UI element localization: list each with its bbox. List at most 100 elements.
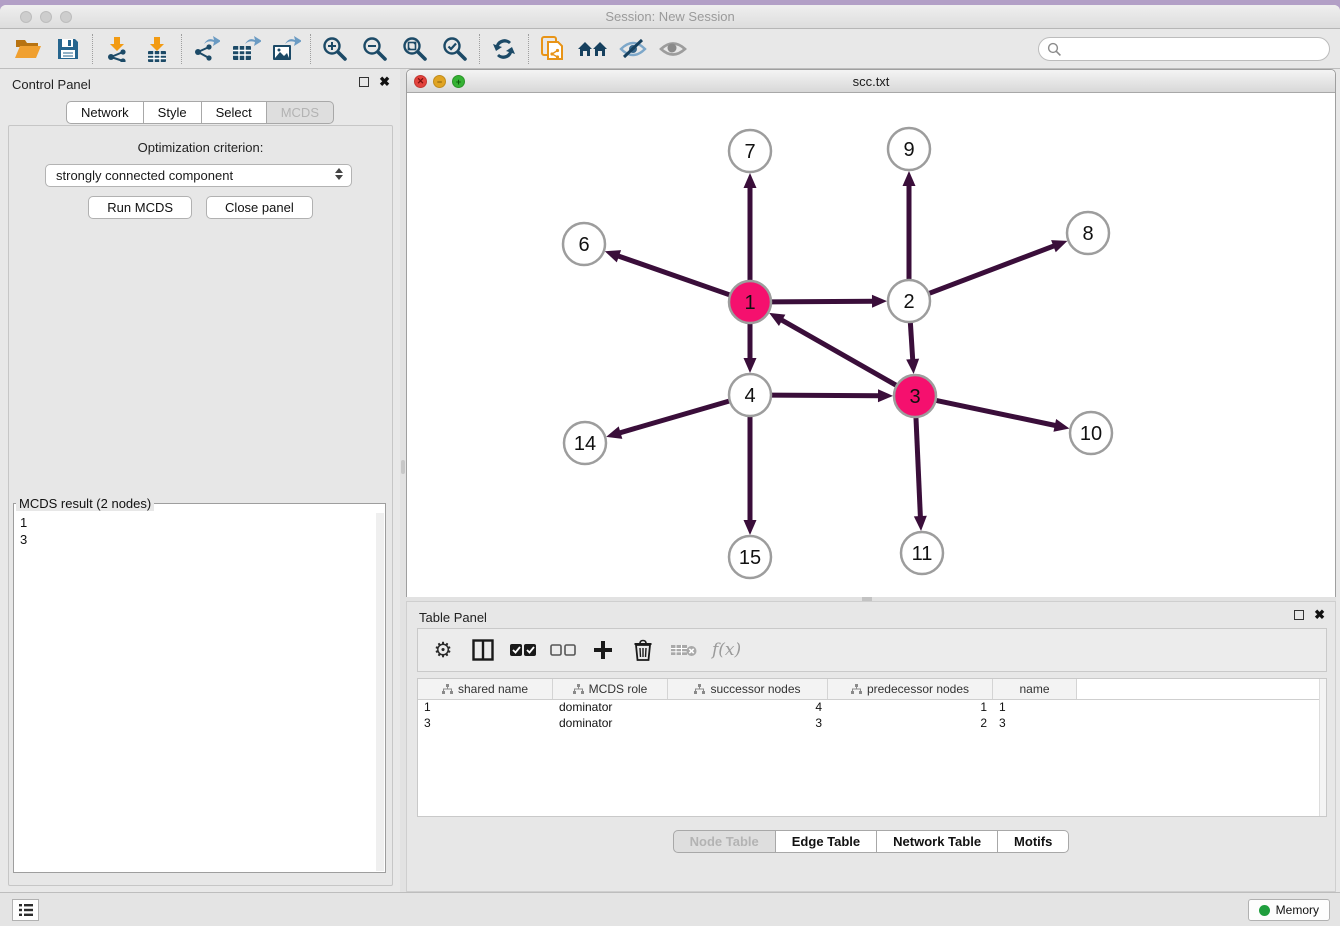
table-toolbar: ⚙ [417,628,1327,672]
table-cell[interactable]: 4 [668,700,828,716]
optimization-criterion-label: Optimization criterion: [9,140,392,155]
table-scrollbar[interactable] [1319,679,1326,816]
table-row[interactable]: 1dominator411 [418,700,1326,716]
graph-edge-4-3[interactable] [771,395,881,396]
memory-button[interactable]: Memory [1248,899,1330,921]
close-panel-button[interactable]: Close panel [206,196,313,219]
mcds-result-box: MCDS result (2 nodes) 13 [13,496,386,873]
table-cell[interactable]: 3 [993,716,1077,732]
column-header-MCDS-role[interactable]: MCDS role [553,679,668,699]
table-row[interactable]: 3dominator323 [418,716,1326,732]
tab-network[interactable]: Network [66,101,144,124]
edge-arrowhead [1051,240,1067,252]
column-header-predecessor-nodes[interactable]: predecessor nodes [828,679,993,699]
zoom-out-icon[interactable] [355,33,395,65]
graph-edge-2-3[interactable] [910,322,913,362]
graph-edge-2-8[interactable] [929,245,1057,293]
column-header-successor-nodes[interactable]: successor nodes [668,679,828,699]
save-session-icon[interactable] [48,33,88,65]
open-file-icon[interactable] [8,33,48,65]
table-header-row: shared nameMCDS rolesuccessor nodesprede… [418,679,1326,700]
graph-edge-1-6[interactable] [616,255,730,295]
first-neighbors-icon[interactable] [573,33,613,65]
import-table-icon[interactable] [137,33,177,65]
tab-motifs[interactable]: Motifs [998,830,1069,853]
tab-mcds[interactable]: MCDS [267,101,334,124]
hide-selected-icon[interactable] [613,33,653,65]
column-settings-icon[interactable]: ⚙ [430,635,456,665]
export-image-icon[interactable] [266,33,306,65]
tab-network-table[interactable]: Network Table [877,830,998,853]
control-panel-tabs: NetworkStyleSelectMCDS [0,101,400,124]
graph-node-label: 10 [1080,423,1102,445]
search-icon [1047,42,1062,57]
table-cell[interactable]: 3 [668,716,828,732]
zoom-fit-icon[interactable] [395,33,435,65]
show-all-icon[interactable] [653,33,693,65]
tab-style[interactable]: Style [144,101,202,124]
search-box[interactable] [1038,37,1330,61]
task-history-button[interactable] [12,899,39,921]
tab-select[interactable]: Select [202,101,267,124]
result-scrollbar[interactable] [376,513,384,871]
clone-network-icon[interactable] [533,33,573,65]
graph-edge-3-10[interactable] [936,400,1058,426]
add-row-icon[interactable] [590,635,616,665]
network-canvas[interactable]: 7968124314101511 [407,93,1335,597]
column-type-icon [694,684,705,695]
toolbar-separator [310,34,311,64]
show-columns-icon[interactable] [470,635,496,665]
import-network-icon[interactable] [97,33,137,65]
tab-node-table[interactable]: Node Table [673,830,776,853]
clear-selection-icon[interactable] [550,635,576,665]
toolbar-separator [479,34,480,64]
zoom-selected-icon[interactable] [435,33,475,65]
toolbar-separator [528,34,529,64]
graph-node-label: 8 [1082,223,1093,245]
main-toolbar [0,29,1340,69]
search-input[interactable] [1062,42,1329,56]
table-cell[interactable]: dominator [553,700,668,716]
network-window-titlebar[interactable]: ✕ − + scc.txt [407,70,1335,93]
function-builder-icon[interactable]: f(x) [712,635,741,665]
memory-status-icon [1259,905,1270,916]
edge-arrowhead [878,389,893,402]
table-cell[interactable]: 2 [828,716,993,732]
column-header-shared-name[interactable]: shared name [418,679,553,699]
graph-edge-1-2[interactable] [771,301,875,302]
export-network-icon[interactable] [186,33,226,65]
tab-edge-table[interactable]: Edge Table [776,830,877,853]
table-cell[interactable]: 3 [418,716,553,732]
mcds-tab-content: Optimization criterion: strongly connect… [8,125,393,886]
apply-layout-icon[interactable] [484,33,524,65]
export-table-icon[interactable] [226,33,266,65]
edge-arrowhead [744,358,757,373]
column-header-name[interactable]: name [993,679,1077,699]
mcds-result-text[interactable]: 13 [15,513,376,871]
table-cell[interactable]: 1 [993,700,1077,716]
float-table-panel-icon[interactable] [1294,610,1304,620]
close-panel-icon[interactable]: ✖ [379,77,390,87]
node-table[interactable]: shared nameMCDS rolesuccessor nodesprede… [417,678,1327,817]
graph-edge-4-14[interactable] [618,401,730,434]
edge-arrowhead [605,250,621,262]
table-tabs: Node TableEdge TableNetwork TableMotifs [407,830,1335,853]
close-table-panel-icon[interactable]: ✖ [1314,610,1325,620]
graph-node-label: 3 [909,386,920,408]
table-cell[interactable]: 1 [828,700,993,716]
graph-edge-3-11[interactable] [916,417,921,519]
window-title: Session: New Session [0,9,1340,24]
edge-arrowhead [1053,419,1069,432]
zoom-in-icon[interactable] [315,33,355,65]
delete-row-icon[interactable] [630,635,656,665]
float-panel-icon[interactable] [359,77,369,87]
table-cell[interactable]: dominator [553,716,668,732]
delete-table-icon[interactable] [670,635,698,665]
optimization-criterion-select[interactable]: strongly connected component [45,164,352,187]
run-mcds-button[interactable]: Run MCDS [88,196,192,219]
table-cell[interactable]: 1 [418,700,553,716]
select-all-icon[interactable] [510,635,536,665]
graph-edge-3-1[interactable] [780,319,897,386]
graph-node-label: 6 [578,234,589,256]
table-panel-title: Table Panel [419,610,487,625]
